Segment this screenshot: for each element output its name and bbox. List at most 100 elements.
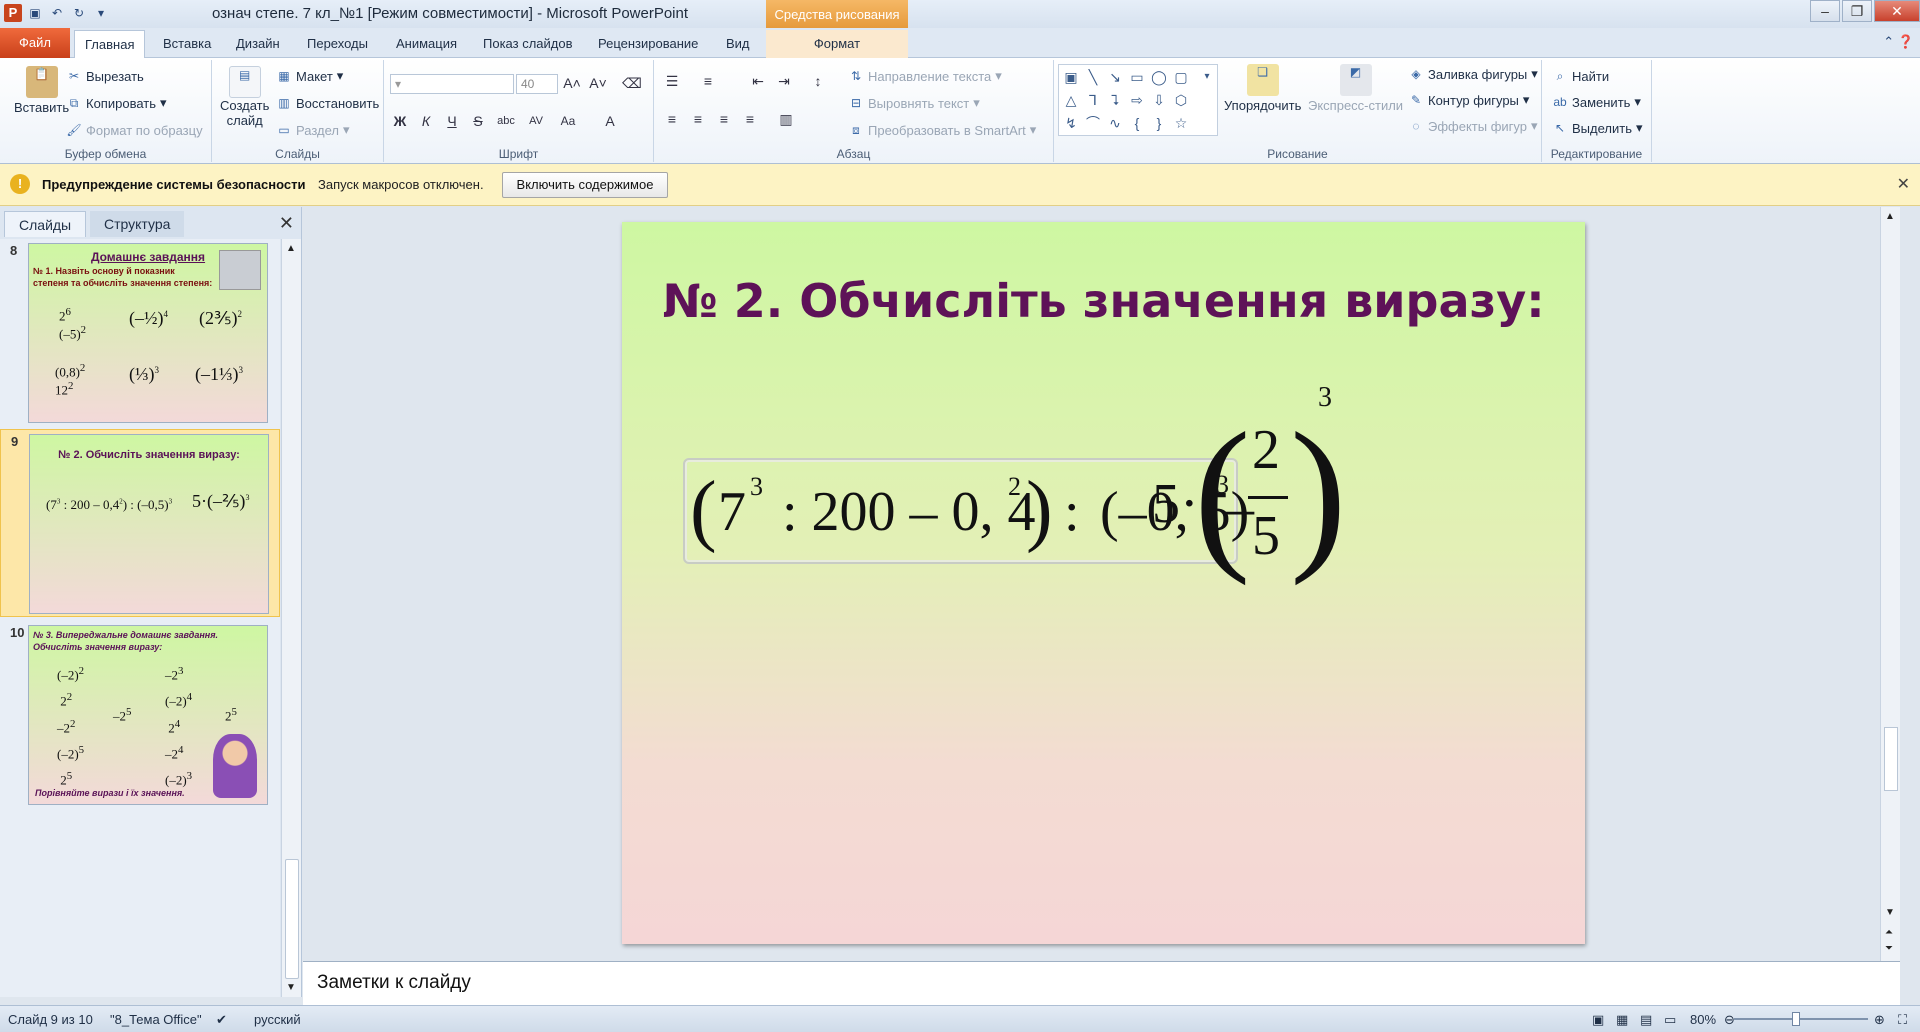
slide-canvas[interactable]: № 2. Обчисліть значення виразу: ( 7 3 : …	[622, 222, 1585, 944]
spacing-button[interactable]: AV	[524, 110, 548, 132]
font-color-button[interactable]: A	[598, 110, 622, 132]
right-arrow-shape-icon[interactable]: ⇨	[1127, 90, 1147, 110]
align-left-icon[interactable]: ≡	[660, 108, 684, 130]
scroll-down-icon[interactable]: ▼	[1885, 907, 1895, 918]
elbow-arrow-shape-icon[interactable]: ⮧	[1105, 90, 1125, 110]
shadow-button[interactable]: abc	[494, 110, 518, 132]
fit-to-window-icon[interactable]: ⛶	[1898, 1012, 1907, 1028]
customize-qat-icon[interactable]: ▾	[92, 4, 110, 22]
normal-view-icon[interactable]: ▣	[1592, 1012, 1604, 1028]
panel-scrollbar[interactable]: ▲ ▼	[281, 239, 301, 997]
tab-format[interactable]: Формат	[766, 30, 908, 58]
bullets-icon[interactable]: ☰	[660, 70, 684, 92]
grow-font-icon[interactable]: A˄	[560, 72, 584, 94]
slide-title[interactable]: № 2. Обчисліть значення виразу:	[622, 274, 1585, 328]
copy-button[interactable]: ⧉ Копировать ▾	[66, 95, 167, 111]
paste-button[interactable]: 📋 Вставить	[14, 66, 69, 115]
line-shape-icon[interactable]: ╲	[1083, 67, 1103, 87]
tab-insert[interactable]: Вставка	[153, 30, 221, 58]
italic-button[interactable]: К	[414, 110, 438, 132]
align-text-button[interactable]: ⊟ Выровнять текст ▾	[848, 95, 980, 111]
ribbon-help-icons[interactable]: ⌃ ❓	[1883, 34, 1914, 50]
close-icon[interactable]: ✕	[1897, 174, 1910, 194]
justify-icon[interactable]: ≡	[738, 108, 762, 130]
left-brace-shape-icon[interactable]: {	[1127, 113, 1147, 133]
maximize-button[interactable]: ❐	[1842, 0, 1872, 22]
previous-slide-icon[interactable]: ⏶	[1885, 927, 1893, 938]
case-button[interactable]: Aa	[556, 110, 580, 132]
shape-outline-button[interactable]: ✎ Контур фигуры ▾	[1408, 92, 1529, 108]
arrow-line-shape-icon[interactable]: ↘	[1105, 67, 1125, 87]
shape-fill-button[interactable]: ◈ Заливка фигуры ▾	[1408, 66, 1537, 82]
scroll-thumb[interactable]	[1884, 727, 1898, 791]
tab-slides[interactable]: Слайды	[4, 211, 87, 237]
freeform-shape-icon[interactable]: ↯	[1061, 113, 1081, 133]
tab-review[interactable]: Рецензирование	[588, 30, 708, 58]
shapes-gallery[interactable]: ▣ ╲ ↘ ▭ ◯ ▢ △ ⅂ ⮧ ⇨ ⇩ ⬡ ↯ ⌒ ∿ { } ☆ ▾	[1058, 64, 1218, 136]
increase-indent-icon[interactable]: ⇥	[772, 70, 796, 92]
zoom-out-icon[interactable]: ⊖	[1724, 1012, 1735, 1028]
underline-button[interactable]: Ч	[440, 110, 464, 132]
scroll-down-icon[interactable]: ▼	[286, 982, 296, 993]
redo-icon[interactable]: ↻	[70, 4, 88, 22]
strike-button[interactable]: S	[466, 110, 490, 132]
theme-name[interactable]: "8_Тема Office"	[110, 1012, 202, 1027]
format-painter-button[interactable]: 🖌 Формат по образцу	[66, 122, 202, 138]
scroll-up-icon[interactable]: ▲	[1885, 211, 1895, 222]
arrange-button[interactable]: ❏ Упорядочить	[1224, 64, 1301, 113]
undo-icon[interactable]: ↶	[48, 4, 66, 22]
save-icon[interactable]: ▣	[26, 4, 44, 22]
close-icon[interactable]: ✕	[279, 213, 294, 234]
smartart-button[interactable]: ⧈ Преобразовать в SmartArt ▾	[848, 122, 1036, 138]
bold-button[interactable]: Ж	[388, 110, 412, 132]
spellcheck-icon[interactable]: ✔	[216, 1012, 227, 1028]
tab-view[interactable]: Вид	[716, 30, 760, 58]
triangle-shape-icon[interactable]: △	[1061, 90, 1081, 110]
section-button[interactable]: ▭ Раздел ▾	[276, 122, 349, 138]
select-button[interactable]: ↖ Выделить ▾	[1552, 120, 1643, 136]
shape-effects-button[interactable]: ◌ Эффекты фигур ▾	[1408, 118, 1537, 134]
slide-sorter-icon[interactable]: ▦	[1616, 1012, 1628, 1028]
layout-button[interactable]: ▦ Макет ▾	[276, 68, 343, 84]
curve-shape-icon[interactable]: ∿	[1105, 113, 1125, 133]
quick-styles-button[interactable]: ◩ Экспресс-стили	[1308, 64, 1403, 113]
flowchart-shape-icon[interactable]: ⬡	[1171, 90, 1191, 110]
oval-shape-icon[interactable]: ◯	[1149, 67, 1169, 87]
tab-slideshow[interactable]: Показ слайдов	[473, 30, 583, 58]
text-direction-button[interactable]: ⇅ Направление текста ▾	[848, 68, 1002, 84]
reset-button[interactable]: ▥ Восстановить	[276, 95, 379, 111]
powerpoint-app-icon[interactable]: P	[4, 4, 22, 22]
down-arrow-shape-icon[interactable]: ⇩	[1149, 90, 1169, 110]
replace-button[interactable]: ab Заменить ▾	[1552, 94, 1641, 110]
line-spacing-icon[interactable]: ↕	[806, 70, 830, 92]
columns-icon[interactable]: ▥	[774, 108, 798, 130]
tab-animation[interactable]: Анимация	[386, 30, 467, 58]
clear-format-icon[interactable]: ⌫	[620, 72, 644, 94]
right-brace-shape-icon[interactable]: }	[1149, 113, 1169, 133]
font-size-combo[interactable]: 40	[516, 74, 558, 94]
rounded-rect-shape-icon[interactable]: ▢	[1171, 67, 1191, 87]
slide-thumbnail[interactable]: 10 № 3. Випереджальне домашнє завдання. …	[0, 621, 280, 809]
minimize-button[interactable]: –	[1810, 0, 1840, 22]
rectangle-shape-icon[interactable]: ▭	[1127, 67, 1147, 87]
decrease-indent-icon[interactable]: ⇤	[746, 70, 770, 92]
tab-home[interactable]: Главная	[74, 30, 146, 58]
tab-design[interactable]: Дизайн	[226, 30, 290, 58]
enable-content-button[interactable]: Включить содержимое	[502, 172, 668, 198]
next-slide-icon[interactable]: ⏷	[1885, 943, 1893, 954]
tab-outline[interactable]: Структура	[90, 211, 185, 237]
zoom-slider-knob[interactable]	[1792, 1012, 1800, 1026]
shrink-font-icon[interactable]: A˅	[586, 72, 610, 94]
font-name-combo[interactable]: ▾	[390, 74, 514, 94]
slide-thumbnail-selected[interactable]: 9 № 2. Обчисліть значення виразу: (73 : …	[0, 429, 280, 617]
new-slide-button[interactable]: ▤ Создать слайд	[220, 66, 269, 128]
language-indicator[interactable]: русский	[254, 1012, 301, 1027]
notes-placeholder[interactable]: Заметки к слайду	[317, 972, 471, 994]
notes-pane[interactable]: Заметки к слайду	[303, 961, 1900, 1005]
arc-shape-icon[interactable]: ⌒	[1083, 113, 1103, 133]
star-shape-icon[interactable]: ☆	[1171, 113, 1191, 133]
slideshow-icon[interactable]: ▭	[1664, 1012, 1676, 1028]
zoom-in-icon[interactable]: ⊕	[1874, 1012, 1885, 1028]
align-right-icon[interactable]: ≡	[712, 108, 736, 130]
reading-view-icon[interactable]: ▤	[1640, 1012, 1652, 1028]
